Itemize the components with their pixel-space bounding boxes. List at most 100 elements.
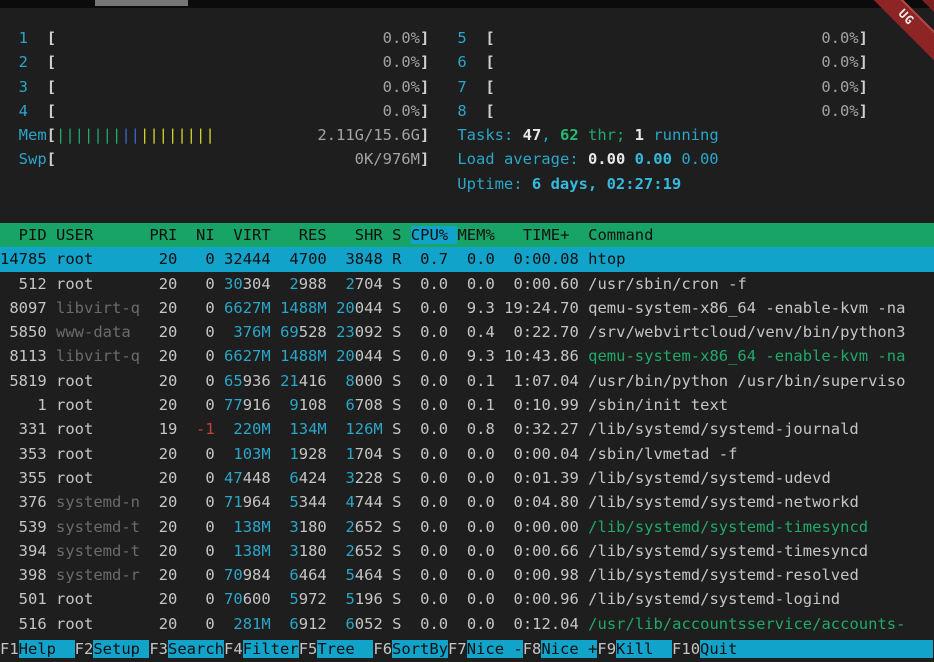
fkey-f7[interactable]: F7Nice - [448,640,523,658]
fkey-action-label: Search [168,640,224,658]
fkey-f6[interactable]: F6SortBy [373,640,448,658]
cell-virt: 30304 [224,275,271,293]
cell-time: 0:01.39 [504,469,579,487]
cell-time: 1:07.04 [504,372,579,390]
column-header-cpu[interactable]: CPU% [411,226,458,244]
cell-mem: 9.3 [457,347,494,365]
fkey-f8[interactable]: F8Nice + [523,640,598,658]
fkey-action-label: Help [19,640,75,658]
cell-virt: 70984 [224,566,271,584]
process-row-398[interactable]: 398 systemd-r 20 0 70984 6464 5464 S 0.0… [0,563,934,587]
cell-command: /usr/sbin/cron -f [588,275,747,293]
cpu-meter-7: 7 [ 0.0%] [429,78,868,96]
cell-command: /srv/webvirtcloud/venv/bin/python3 [588,323,905,341]
cell-cpu: 0.0 [411,615,448,633]
cell-pri: 20 [149,347,177,365]
process-row-14785[interactable]: 14785 root 20 0 32444 4700 3848 R 0.7 0.… [0,247,934,271]
cell-command: /lib/systemd/systemd-timesyncd [588,518,868,536]
cell-mem: 0.0 [457,469,494,487]
cell-virt: 138M [224,542,271,560]
cpu-meter-value: 0.0% [383,29,420,47]
process-row-516[interactable]: 516 root 20 0 281M 6912 6052 S 0.0 0.0 0… [0,612,934,636]
cell-time: 0:00.04 [504,445,579,463]
column-header-pid[interactable]: PID [0,226,47,244]
cell-res: 5344 [280,493,327,511]
cell-pid: 501 [0,590,47,608]
process-row-1[interactable]: 1 root 20 0 77916 9108 6708 S 0.0 0.1 0:… [0,393,934,417]
cell-res: 1928 [280,445,327,463]
uptime-value: 6 days, 02:27:19 [532,175,681,193]
mem-meter: Mem[||||||||||||||||| 2.11G/15.6G] [0,126,429,144]
cpu-meter-label: 1 [19,29,28,47]
process-row-331[interactable]: 331 root 19 -1 220M 134M 126M S 0.0 0.8 … [0,417,934,441]
load-average: Load average: 0.00 0.00 0.00 [457,150,718,168]
cell-user: root [56,469,140,487]
column-header-time[interactable]: TIME+ [504,226,579,244]
column-header-mem[interactable]: MEM% [457,226,494,244]
column-header-command[interactable]: Command [588,226,653,244]
cell-mem: 0.4 [457,323,494,341]
fkey-f9[interactable]: F9Kill [597,640,672,658]
process-row-394[interactable]: 394 systemd-t 20 0 138M 3180 2652 S 0.0 … [0,539,934,563]
cell-ni: 0 [187,518,215,536]
cell-shr: 5196 [336,590,383,608]
column-header-pri[interactable]: PRI [149,226,177,244]
fkey-f1[interactable]: F1Help [0,640,75,658]
cell-pri: 20 [149,396,177,414]
cell-ni: 0 [187,542,215,560]
column-header-ni[interactable]: NI [187,226,215,244]
cell-virt: 47448 [224,469,271,487]
cell-user: systemd-r [56,566,140,584]
cell-command: /usr/lib/accountsservice/accounts- [588,615,905,633]
cell-command: /lib/systemd/systemd-resolved [588,566,859,584]
cell-res: 1488M [280,347,327,365]
fkey-f3[interactable]: F3Search [149,640,224,658]
meter-row-swp: Swp[ 0K/976M] Load average: 0.00 0.00 0.… [0,147,934,171]
function-key-bar: F1Help F2Setup F3SearchF4FilterF5Tree F6… [0,636,934,662]
process-row-5850[interactable]: 5850 www-data 20 0 376M 69528 23092 S 0.… [0,320,934,344]
cell-virt: 32444 [224,250,271,268]
cell-pri: 20 [149,250,177,268]
cell-mem: 0.0 [457,542,494,560]
cell-res: 134M [280,420,327,438]
cell-ni: 0 [187,299,215,317]
process-row-501[interactable]: 501 root 20 0 70600 5972 5196 S 0.0 0.0 … [0,587,934,611]
cell-ni: 0 [187,323,215,341]
fkey-f10[interactable]: F10Quit [672,640,933,658]
cell-mem: 0.0 [457,615,494,633]
cell-mem: 0.1 [457,372,494,390]
load-5min: 0.00 [635,150,672,168]
process-row-376[interactable]: 376 systemd-n 20 0 71964 5344 4744 S 0.0… [0,490,934,514]
process-row-8097[interactable]: 8097 libvirt-q 20 0 6627M 1488M 20044 S … [0,296,934,320]
cell-virt: 138M [224,518,271,536]
process-row-5819[interactable]: 5819 root 20 0 65936 21416 8000 S 0.0 0.… [0,369,934,393]
fkey-f4[interactable]: F4Filter [224,640,299,658]
cpu-meter-1: 1 [ 0.0%] [0,29,429,47]
fkey-number: F9 [597,640,616,658]
cpu-meter-2: 2 [ 0.0%] [0,53,429,71]
cell-command: qemu-system-x86_64 -enable-kvm -na [588,347,905,365]
column-header-shr[interactable]: SHR [336,226,383,244]
cell-virt: 71964 [224,493,271,511]
column-header-virt[interactable]: VIRT [224,226,271,244]
process-row-512[interactable]: 512 root 20 0 30304 2988 2704 S 0.0 0.0 … [0,272,934,296]
cell-cpu: 0.0 [411,518,448,536]
cell-pri: 20 [149,518,177,536]
cell-pid: 512 [0,275,47,293]
column-header-user[interactable]: USER [56,226,140,244]
fkey-f2[interactable]: F2Setup [75,640,150,658]
cell-virt: 70600 [224,590,271,608]
process-row-539[interactable]: 539 systemd-t 20 0 138M 3180 2652 S 0.0 … [0,515,934,539]
cpu-meter-6: 6 [ 0.0%] [429,53,868,71]
fkey-f5[interactable]: F5Tree [299,640,374,658]
process-row-355[interactable]: 355 root 20 0 47448 6424 3228 S 0.0 0.0 … [0,466,934,490]
cell-shr: 2652 [336,518,383,536]
cpu-meter-label: 6 [457,53,466,71]
process-row-353[interactable]: 353 root 20 0 103M 1928 1704 S 0.0 0.0 0… [0,442,934,466]
cell-ni: 0 [187,445,215,463]
process-row-8113[interactable]: 8113 libvirt-q 20 0 6627M 1488M 20044 S … [0,344,934,368]
cell-pid: 331 [0,420,47,438]
browser-tab-remnant[interactable] [95,0,188,6]
cell-command: /sbin/init text [588,396,728,414]
column-header-res[interactable]: RES [280,226,327,244]
